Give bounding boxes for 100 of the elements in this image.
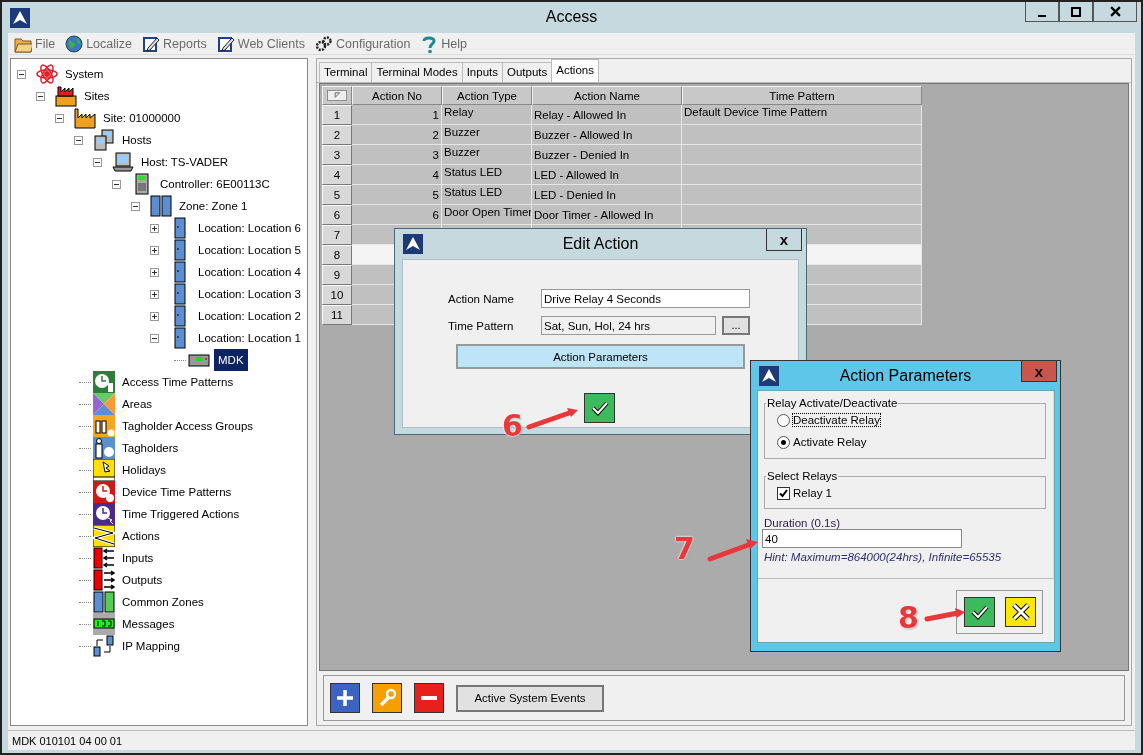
- minimize-icon: [1038, 14, 1046, 17]
- logo-icon: [403, 234, 423, 254]
- close-button[interactable]: x: [1021, 361, 1057, 382]
- tree-item[interactable]: Time Triggered Actions: [119, 506, 243, 522]
- close-button[interactable]: x: [766, 229, 802, 251]
- expand-icon[interactable]: [150, 223, 159, 233]
- clock-icon: [93, 371, 115, 393]
- tree-item[interactable]: IP Mapping: [119, 638, 183, 654]
- radio-button[interactable]: [777, 413, 790, 427]
- group-title: Relay Activate/Deactivate: [766, 397, 899, 409]
- row-header[interactable]: 11: [322, 305, 352, 325]
- cancel-button[interactable]: [1005, 597, 1036, 627]
- select-all-icon[interactable]: [327, 90, 347, 101]
- tree-item[interactable]: Controller: 6E00113C: [157, 176, 273, 192]
- row-header[interactable]: 1: [322, 105, 352, 125]
- tree-item[interactable]: Inputs: [119, 550, 157, 566]
- row-header[interactable]: 8: [322, 245, 352, 265]
- tab[interactable]: Actions: [551, 59, 599, 82]
- tree-item[interactable]: System: [62, 66, 107, 82]
- tree-item[interactable]: Host: TS-VADER: [138, 154, 232, 170]
- radio-option[interactable]: Deactivate Relay: [777, 409, 1045, 431]
- menu-item[interactable]: File: [12, 34, 58, 53]
- column-header[interactable]: Action Name: [532, 86, 682, 105]
- tree-item[interactable]: Common Zones: [119, 594, 207, 610]
- edit-button[interactable]: [372, 683, 402, 713]
- collapse-icon[interactable]: [93, 157, 102, 167]
- close-button[interactable]: [1093, 2, 1137, 22]
- tree-item[interactable]: Location: Location 6: [195, 220, 304, 236]
- row-header[interactable]: 9: [322, 265, 352, 285]
- menu-item[interactable]: Localize: [63, 34, 135, 53]
- time-pattern-field[interactable]: Sat, Sun, Hol, 24 hrs: [541, 316, 716, 335]
- row-header[interactable]: 6: [322, 205, 352, 225]
- row-header[interactable]: 7: [322, 225, 352, 245]
- active-system-events-button[interactable]: Active System Events: [456, 684, 604, 712]
- add-button[interactable]: [330, 683, 360, 713]
- row-header[interactable]: 3: [322, 145, 352, 165]
- tree-item[interactable]: Messages: [119, 616, 178, 632]
- duration-field[interactable]: 40: [762, 529, 962, 548]
- ok-button[interactable]: [964, 597, 995, 627]
- radio-option[interactable]: Activate Relay: [777, 431, 1045, 453]
- expand-icon[interactable]: [150, 245, 159, 255]
- areas-icon: [93, 393, 115, 415]
- expand-icon[interactable]: [150, 267, 159, 277]
- tree-item[interactable]: Areas: [119, 396, 156, 412]
- table-cell: Relay: [444, 105, 474, 118]
- menu-item[interactable]: Web Clients: [214, 34, 307, 53]
- checkbox[interactable]: [777, 486, 790, 500]
- table-cell: 6: [432, 208, 439, 221]
- tree-item[interactable]: Location: Location 5: [195, 242, 304, 258]
- collapse-icon[interactable]: [17, 69, 26, 79]
- tree-item[interactable]: Tagholder Access Groups: [119, 418, 257, 434]
- radio-button[interactable]: [777, 435, 790, 449]
- tree-item[interactable]: Access Time Patterns: [119, 374, 237, 390]
- expand-icon[interactable]: [150, 289, 159, 299]
- action-name-field[interactable]: Drive Relay 4 Seconds: [541, 289, 750, 308]
- tree-item[interactable]: Location: Location 1: [195, 330, 304, 346]
- collapse-icon[interactable]: [150, 333, 159, 343]
- tree-item[interactable]: Location: Location 2: [195, 308, 304, 324]
- delete-button[interactable]: [414, 683, 444, 713]
- tree-item[interactable]: Location: Location 3: [195, 286, 304, 302]
- tree-item[interactable]: Sites: [81, 88, 113, 104]
- tree-item[interactable]: Holidays: [119, 462, 170, 478]
- tab[interactable]: Terminal: [319, 62, 373, 82]
- logo-icon: [759, 365, 779, 386]
- checkbox-option[interactable]: Relay 1: [777, 482, 1045, 504]
- doors-icon: [150, 195, 172, 217]
- tree-item[interactable]: Actions: [119, 528, 163, 544]
- menu-item[interactable]: Reports: [140, 34, 209, 53]
- column-header[interactable]: Time Pattern: [682, 86, 922, 105]
- minimize-button[interactable]: [1025, 2, 1059, 22]
- browse-button[interactable]: ...: [722, 316, 750, 335]
- tree-item[interactable]: Site: 01000000: [100, 110, 184, 126]
- row-header[interactable]: 4: [322, 165, 352, 185]
- collapse-icon[interactable]: [131, 201, 140, 211]
- maximize-button[interactable]: [1059, 2, 1093, 22]
- menu-item[interactable]: Help: [418, 34, 470, 53]
- menu-item[interactable]: Configuration: [313, 34, 413, 53]
- ok-button[interactable]: [584, 393, 615, 423]
- action-parameters-button[interactable]: Action Parameters: [456, 344, 745, 369]
- row-header[interactable]: 10: [322, 285, 352, 305]
- tree-item[interactable]: Outputs: [119, 572, 166, 588]
- table-cell: Relay - Allowed In: [534, 108, 627, 121]
- expand-icon[interactable]: [150, 311, 159, 321]
- tree-item[interactable]: Location: Location 4: [195, 264, 304, 280]
- column-header[interactable]: Action No: [352, 86, 442, 105]
- tree-item[interactable]: Hosts: [119, 132, 155, 148]
- tree-item[interactable]: Zone: Zone 1: [176, 198, 251, 214]
- row-header[interactable]: 2: [322, 125, 352, 145]
- row-header[interactable]: 5: [322, 185, 352, 205]
- table-cell: Buzzer - Denied In: [534, 148, 630, 161]
- tree-item[interactable]: Tagholders: [119, 440, 182, 456]
- tree-item[interactable]: MDK: [214, 349, 248, 371]
- column-header[interactable]: Action Type: [442, 86, 532, 105]
- step-number: 8: [898, 603, 919, 633]
- tree-item[interactable]: Device Time Patterns: [119, 484, 235, 500]
- collapse-icon[interactable]: [36, 91, 45, 101]
- collapse-icon[interactable]: [112, 179, 121, 189]
- collapse-icon[interactable]: [74, 135, 83, 145]
- table-cell: Buzzer - Allowed In: [534, 128, 633, 141]
- collapse-icon[interactable]: [55, 113, 64, 123]
